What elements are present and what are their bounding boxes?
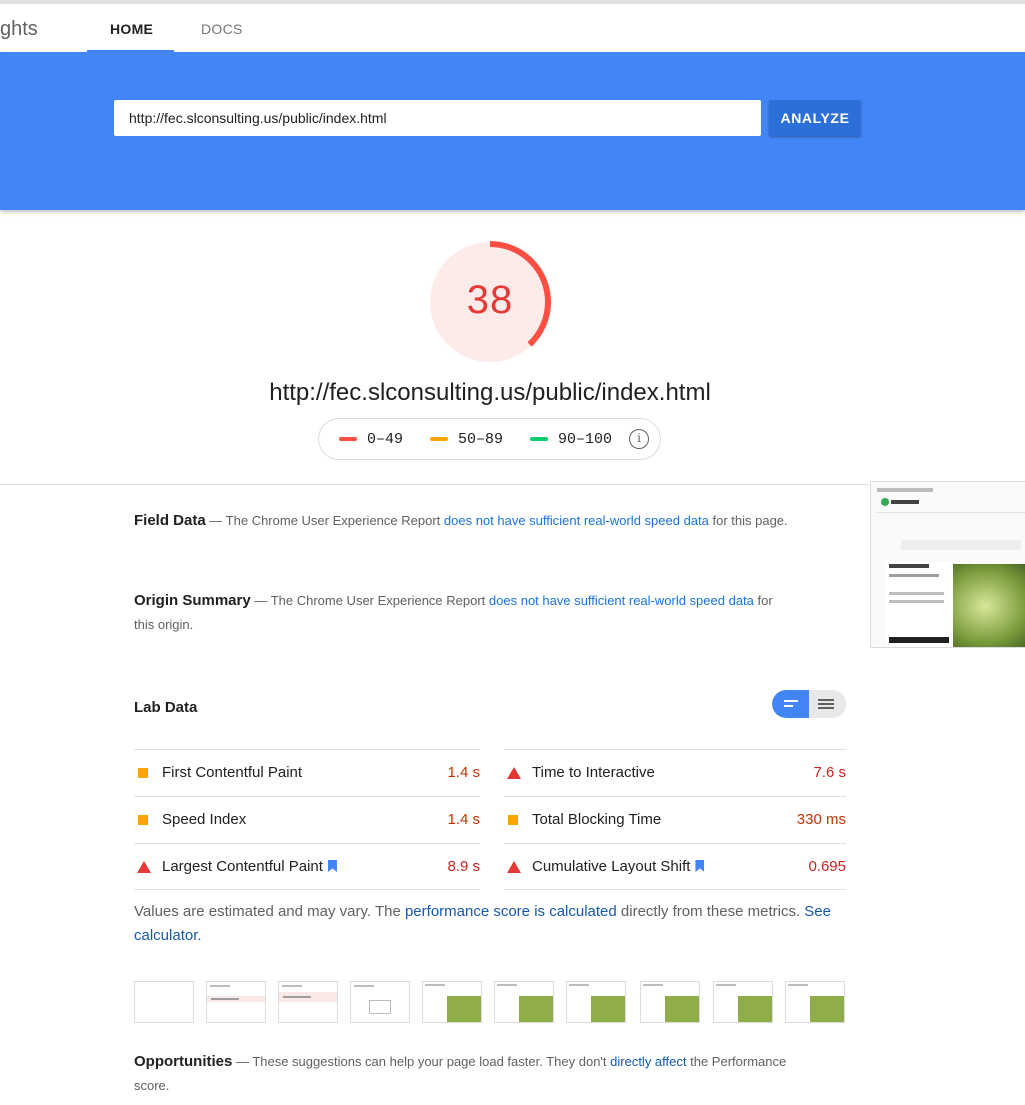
metric-speed-index: Speed Index 1.4 s: [134, 796, 480, 843]
view-toggle[interactable]: [772, 690, 846, 718]
info-icon[interactable]: i: [629, 429, 649, 449]
performance-score: 38: [466, 278, 514, 322]
legend-fail-label: 0–49: [367, 431, 404, 448]
metric-value: 0.695: [808, 858, 846, 875]
filmstrip-frame: [422, 981, 482, 1023]
top-nav: ghts HOME DOCS: [0, 0, 1025, 52]
filmstrip-frame: [640, 981, 700, 1023]
legend-average-label: 50–89: [458, 431, 504, 448]
score-calculated-link[interactable]: performance score is calculated: [405, 903, 617, 920]
metric-name: First Contentful Paint: [162, 764, 303, 781]
legend-pass-label: 90–100: [558, 431, 613, 448]
origin-summary-text: — The Chrome User Experience Report: [250, 593, 489, 608]
metric-cumulative-layout-shift: Cumulative Layout Shift 0.695: [504, 843, 846, 890]
metrics-note: Values are estimated and may vary. The p…: [134, 900, 834, 948]
score-legend: 0–49 50–89 90–100 i: [318, 418, 661, 460]
average-square-icon: [508, 815, 518, 825]
metric-name: Cumulative Layout Shift: [532, 858, 705, 875]
pass-range-icon: [530, 437, 548, 441]
directly-affect-link[interactable]: directly affect: [610, 1054, 686, 1069]
search-banner: ANALYZE: [0, 52, 1025, 210]
tab-docs[interactable]: DOCS: [201, 21, 243, 37]
fail-triangle-icon: [507, 767, 521, 779]
filmstrip-frame: [350, 981, 410, 1023]
metric-name: Time to Interactive: [532, 764, 655, 781]
final-screenshot: [870, 481, 1025, 648]
bookmark-icon: [327, 860, 337, 872]
opportunities-text: — These suggestions can help your page l…: [232, 1054, 611, 1069]
fail-triangle-icon: [137, 861, 151, 873]
origin-summary-title: Origin Summary: [134, 592, 251, 609]
filmstrip-frame: [785, 981, 845, 1023]
opportunities-section: Opportunities — These suggestions can he…: [134, 1050, 794, 1098]
metric-value: 1.4 s: [447, 811, 480, 828]
origin-summary-section: Origin Summary — The Chrome User Experie…: [134, 589, 794, 637]
filmstrip: [134, 981, 846, 1023]
summary-view-icon: [784, 700, 798, 702]
field-data-link[interactable]: does not have sufficient real-world spee…: [444, 513, 709, 528]
filmstrip-frame: [278, 981, 338, 1023]
filmstrip-frame: [713, 981, 773, 1023]
metric-time-to-interactive: Time to Interactive 7.6 s: [504, 749, 846, 796]
metric-value: 1.4 s: [447, 764, 480, 781]
fail-triangle-icon: [507, 861, 521, 873]
tab-home[interactable]: HOME: [110, 21, 153, 37]
metric-largest-contentful-paint: Largest Contentful Paint 8.9 s: [134, 843, 480, 890]
bookmark-icon: [695, 860, 705, 872]
average-square-icon: [138, 768, 148, 778]
metric-name: Total Blocking Time: [532, 811, 662, 828]
metric-first-contentful-paint: First Contentful Paint 1.4 s: [134, 749, 480, 796]
summary-view-button[interactable]: [772, 690, 809, 718]
brand-title[interactable]: ghts: [0, 18, 38, 41]
field-data-suffix: for this page.: [708, 513, 788, 528]
opportunities-title: Opportunities: [134, 1053, 233, 1070]
metric-name: Largest Contentful Paint: [162, 858, 337, 875]
lab-data-title: Lab Data: [134, 699, 198, 716]
metric-value: 7.6 s: [813, 764, 846, 781]
filmstrip-frame: [134, 981, 194, 1023]
filmstrip-frame: [566, 981, 626, 1023]
filmstrip-frame: [206, 981, 266, 1023]
note-middle: directly from these metrics.: [616, 903, 805, 920]
metric-value: 330 ms: [796, 811, 846, 828]
detail-view-icon[interactable]: [818, 699, 834, 701]
analyzed-url: http://fec.slconsulting.us/public/index.…: [269, 379, 711, 406]
filmstrip-frame: [494, 981, 554, 1023]
field-data-title: Field Data: [134, 512, 206, 529]
note-text: Values are estimated and may vary. The: [134, 903, 405, 920]
metric-value: 8.9 s: [447, 858, 480, 875]
metric-total-blocking-time: Total Blocking Time 330 ms: [504, 796, 846, 843]
origin-summary-link[interactable]: does not have sufficient real-world spee…: [489, 593, 754, 608]
average-square-icon: [138, 815, 148, 825]
analyze-button[interactable]: ANALYZE: [769, 100, 861, 136]
field-data-text: — The Chrome User Experience Report: [205, 513, 444, 528]
metric-name: Speed Index: [162, 811, 247, 828]
average-range-icon: [430, 437, 448, 441]
url-input[interactable]: [114, 100, 761, 136]
field-data-section: Field Data — The Chrome User Experience …: [134, 509, 794, 533]
fail-range-icon: [339, 437, 357, 441]
